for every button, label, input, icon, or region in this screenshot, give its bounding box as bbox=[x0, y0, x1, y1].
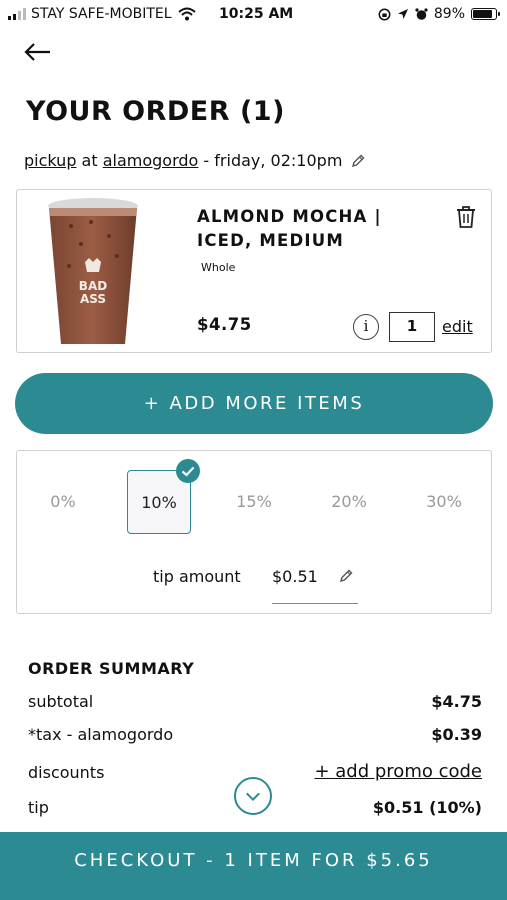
status-bar: STAY SAFE-MOBITEL 10:25 AM 89% bbox=[0, 0, 507, 30]
tip-summary-value: $0.51 (10%) bbox=[372, 798, 482, 817]
rotation-lock-icon bbox=[378, 8, 391, 20]
battery-icon bbox=[471, 8, 500, 20]
item-option: Whole bbox=[201, 261, 236, 274]
tip-option-0[interactable]: 0% bbox=[31, 470, 95, 534]
page-title: YOUR ORDER (1) bbox=[26, 96, 285, 127]
wifi-icon bbox=[177, 7, 196, 21]
tip-option-15[interactable]: 15% bbox=[222, 470, 286, 534]
edit-tip-pencil-icon[interactable] bbox=[338, 568, 354, 584]
battery-level bbox=[473, 10, 492, 18]
tip-amount-underline bbox=[272, 603, 358, 604]
drink-image: BAD ASS bbox=[48, 198, 138, 344]
tip-summary-label: tip bbox=[28, 798, 49, 817]
edit-item-link[interactable]: edit bbox=[442, 317, 473, 336]
tip-amount-value[interactable]: $0.51 bbox=[272, 567, 318, 586]
tip-option-20[interactable]: 20% bbox=[317, 470, 381, 534]
signal-icon bbox=[8, 8, 26, 20]
cup-logo-line1: BAD bbox=[79, 279, 107, 293]
add-promo-code-link[interactable]: + add promo code bbox=[314, 761, 482, 782]
quantity-field[interactable]: 1 bbox=[389, 312, 435, 342]
scroll-down-chevron-icon[interactable] bbox=[234, 777, 272, 815]
location-icon bbox=[397, 9, 408, 19]
tax-value: $0.39 bbox=[431, 725, 482, 744]
pickup-at-text: at bbox=[76, 151, 103, 170]
tax-label: *tax - alamogordo bbox=[28, 725, 174, 744]
add-more-items-button[interactable]: + ADD MORE ITEMS bbox=[15, 373, 493, 434]
pickup-mode-link[interactable]: pickup bbox=[24, 151, 76, 170]
checkout-button[interactable]: CHECKOUT - 1 ITEM FOR $5.65 bbox=[0, 832, 507, 900]
tip-card: 0% 10% 15% 20% 30% tip amount $0.51 bbox=[16, 450, 492, 614]
discounts-label: discounts bbox=[28, 763, 105, 782]
pickup-time-text: - friday, 02:10pm bbox=[198, 151, 343, 170]
cart-item-card: BAD ASS ALMOND MOCHA | ICED, MEDIUM Whol… bbox=[16, 189, 492, 353]
status-left: STAY SAFE-MOBITEL bbox=[8, 6, 196, 22]
subtotal-label: subtotal bbox=[28, 692, 94, 711]
status-time: 10:25 AM bbox=[219, 6, 294, 22]
item-info-button[interactable]: i bbox=[353, 314, 379, 340]
pickup-details: pickup at alamogordo - friday, 02:10pm bbox=[24, 151, 366, 170]
battery-percent: 89% bbox=[433, 6, 465, 22]
order-summary-title: ORDER SUMMARY bbox=[28, 659, 195, 678]
trash-icon[interactable] bbox=[455, 205, 477, 229]
item-name: ALMOND MOCHA | ICED, MEDIUM bbox=[197, 207, 382, 250]
subtotal-value: $4.75 bbox=[431, 692, 482, 711]
status-right: 89% bbox=[378, 6, 500, 22]
tip-amount-label: tip amount bbox=[153, 567, 241, 586]
edit-pickup-pencil-icon[interactable] bbox=[350, 153, 366, 169]
item-price: $4.75 bbox=[197, 315, 252, 334]
alarm-icon bbox=[415, 7, 428, 20]
tip-option-30[interactable]: 30% bbox=[412, 470, 476, 534]
selected-check-icon bbox=[176, 459, 200, 483]
pickup-location-link[interactable]: alamogordo bbox=[103, 151, 199, 170]
carrier-name: STAY SAFE-MOBITEL bbox=[31, 6, 172, 22]
cup-logo-line2: ASS bbox=[80, 292, 106, 306]
back-arrow-icon[interactable] bbox=[22, 36, 54, 68]
